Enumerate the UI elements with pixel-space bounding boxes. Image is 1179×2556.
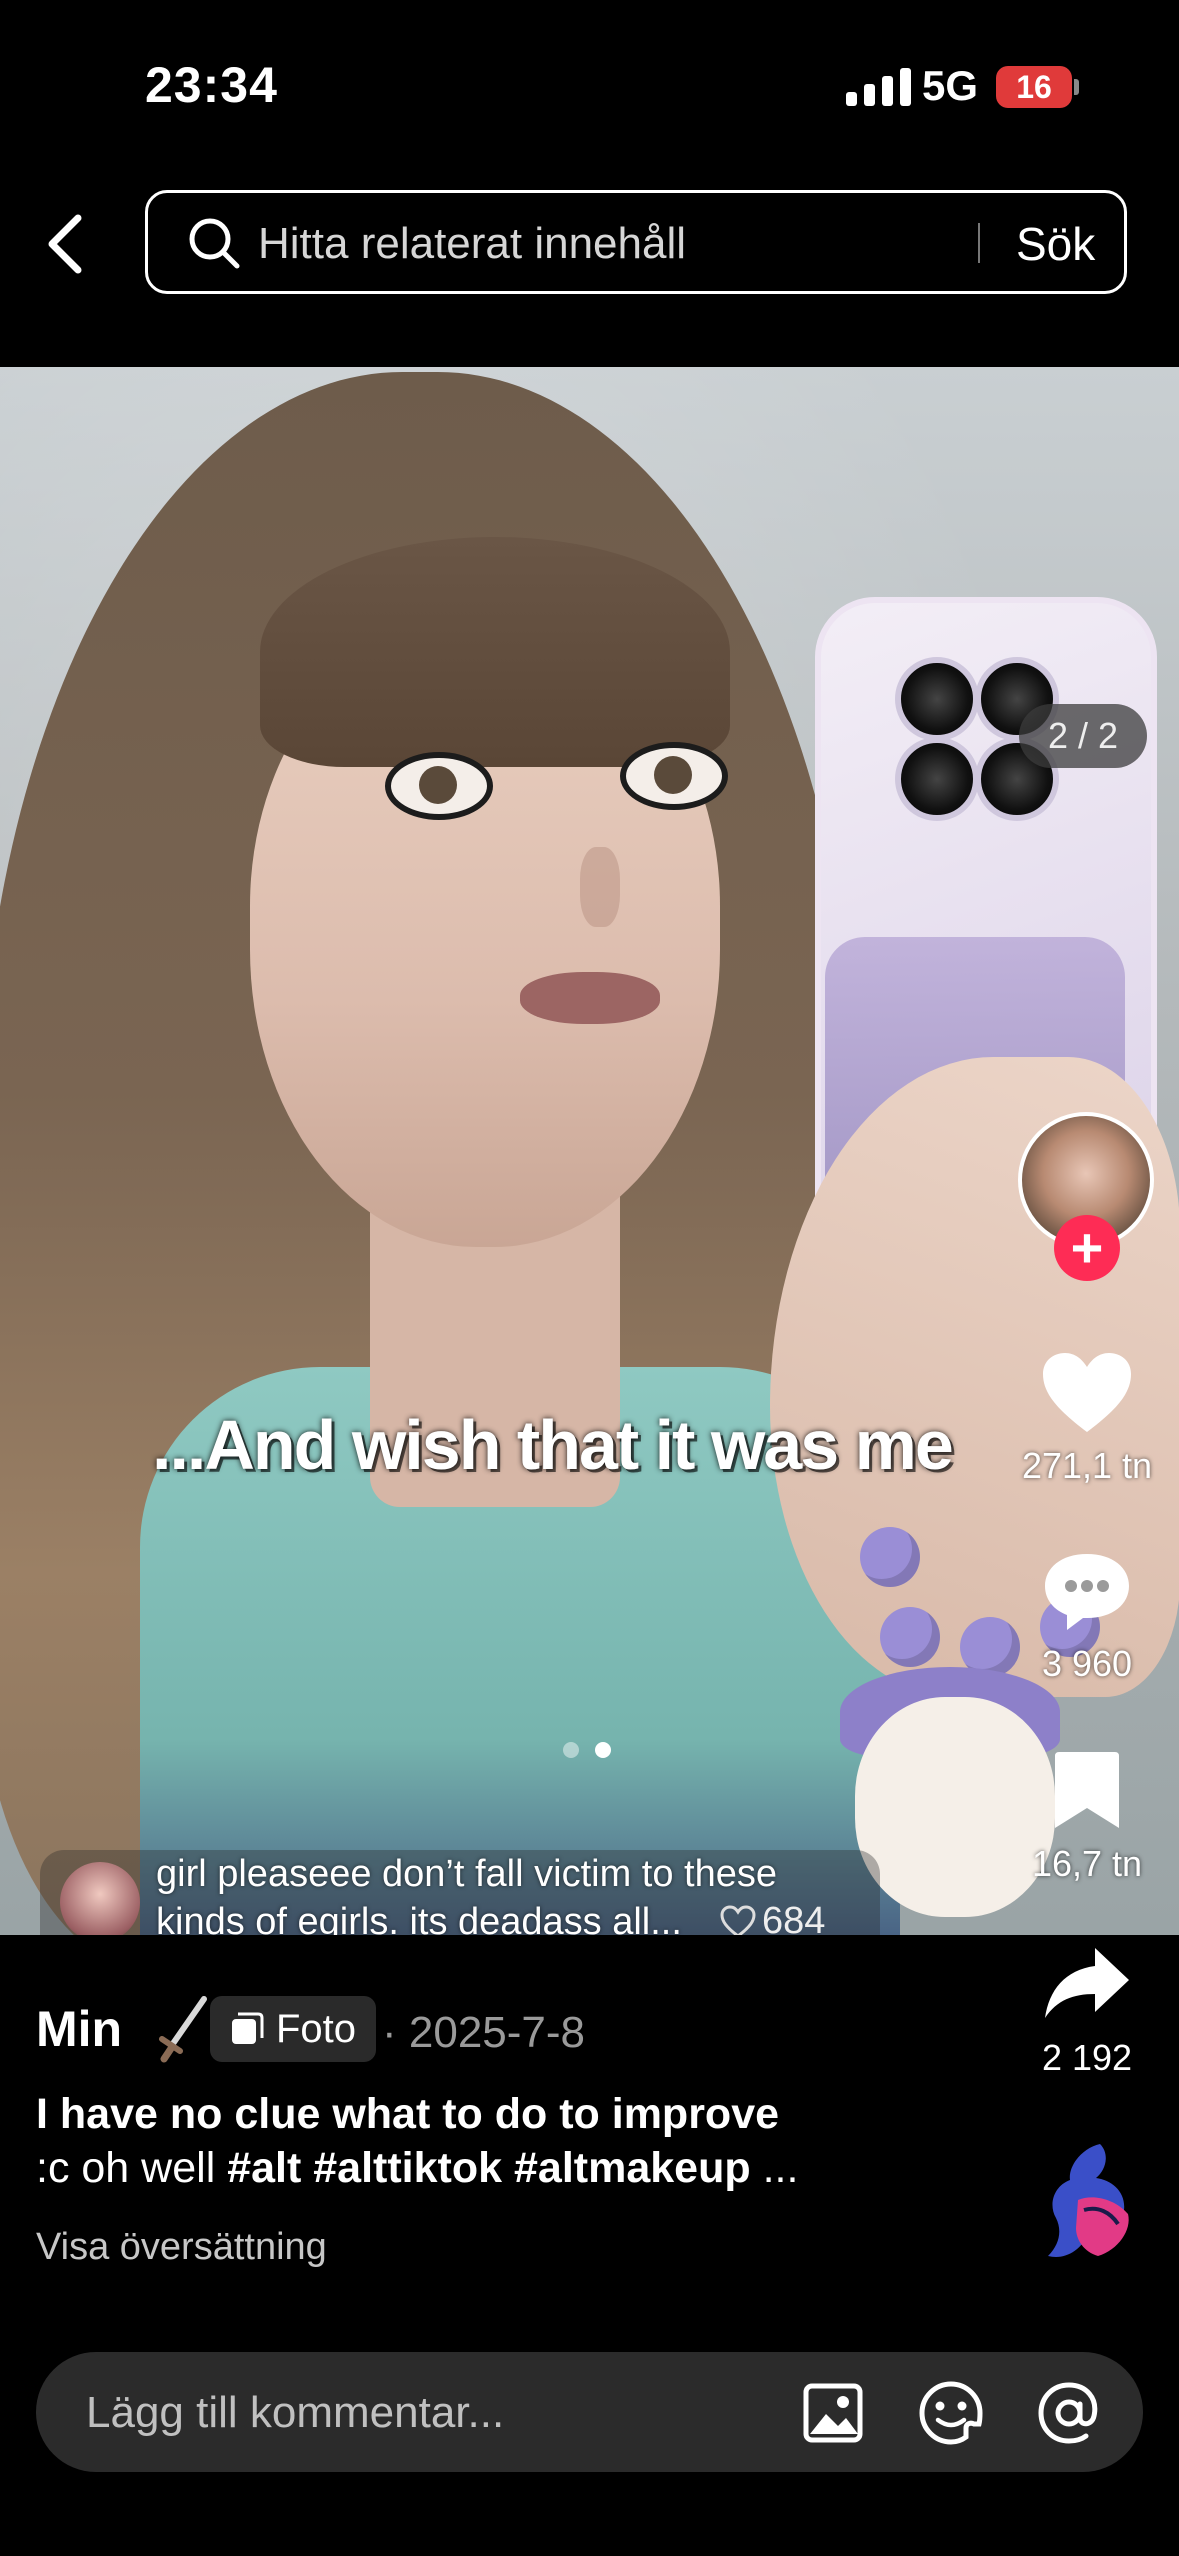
- battery-nub: [1074, 79, 1079, 95]
- follow-plus-icon[interactable]: +: [1054, 1215, 1120, 1281]
- emoji-icon[interactable]: [916, 2378, 986, 2448]
- photo-bangs: [260, 537, 730, 767]
- comment-input[interactable]: Lägg till kommentar...: [86, 2388, 504, 2438]
- post-date: · 2025-7-8: [382, 2008, 586, 2057]
- share-count: 2 192: [1041, 2037, 1133, 2078]
- status-time: 23:34: [145, 57, 278, 113]
- search-input[interactable]: Hitta relaterat innehåll: [258, 219, 686, 269]
- bookmark-icon: [1055, 1752, 1119, 1828]
- photo-lips: [520, 972, 660, 1024]
- back-icon[interactable]: [38, 210, 94, 278]
- hashtag[interactable]: #altmakeup: [514, 2144, 751, 2192]
- search-divider: [978, 223, 980, 263]
- hashtag[interactable]: #alttiktok: [313, 2144, 502, 2192]
- share-button[interactable]: 2 192: [1002, 1942, 1172, 2079]
- post-description-title[interactable]: I have no clue what to do to improve: [36, 2090, 779, 2139]
- search-button[interactable]: Sök: [1016, 217, 1095, 271]
- author-name[interactable]: Min: [36, 2000, 122, 2058]
- sound-icon[interactable]: [1040, 2140, 1144, 2264]
- search-bar[interactable]: Hitta relaterat innehåll Sök: [145, 190, 1127, 294]
- photo-camera-lens: [895, 657, 979, 741]
- mention-icon[interactable]: [1034, 2378, 1104, 2448]
- like-button[interactable]: 271,1 tn: [1002, 1350, 1172, 1487]
- comment-count: 3 960: [1041, 1643, 1133, 1684]
- featured-comment-like-count: 684: [762, 1900, 826, 1935]
- share-arrow-icon: [1045, 1948, 1129, 2018]
- post-type-label: Foto: [276, 2006, 357, 2051]
- photo-caption-text: ...And wish that it was me: [152, 1406, 954, 1484]
- post-description-text: :c oh well: [36, 2144, 216, 2192]
- carousel-dot: [563, 1742, 579, 1758]
- photo-charm-bead: [860, 1527, 920, 1587]
- commenter-avatar[interactable]: [60, 1862, 140, 1935]
- save-button[interactable]: 16,7 tn: [1002, 1748, 1172, 1885]
- show-translation-link[interactable]: Visa översättning: [36, 2226, 327, 2269]
- post-description-body[interactable]: :c oh well #alt #alttiktok #altmakeup ..…: [36, 2144, 798, 2193]
- post-photo[interactable]: 2 / 2 ...And wish that it was me girl pl…: [0, 367, 1179, 1935]
- search-icon: [186, 215, 242, 276]
- photo-eye-right: [620, 742, 728, 810]
- featured-comment-likes[interactable]: 684: [720, 1900, 825, 1935]
- photo-counter: 2 / 2: [1019, 704, 1147, 768]
- save-count: 16,7 tn: [1031, 1843, 1143, 1884]
- photo-stack-icon: [232, 2012, 264, 2044]
- photo-nose: [580, 847, 620, 927]
- comment-bubble-icon: [1045, 1554, 1129, 1630]
- dagger-icon: [158, 1995, 208, 2070]
- carousel-dots: [563, 1742, 611, 1758]
- signal-icon: [846, 68, 911, 106]
- post-type-badge: Foto: [210, 1996, 377, 2062]
- photo-charm-bead: [880, 1607, 940, 1667]
- hashtag[interactable]: #alt: [227, 2144, 301, 2192]
- featured-comment[interactable]: girl pleaseee don’t fall victim to these…: [40, 1850, 880, 1935]
- carousel-dot-active: [595, 1742, 611, 1758]
- heart-icon: [1043, 1353, 1131, 1432]
- photo-eye-left: [385, 752, 493, 820]
- image-icon[interactable]: [798, 2378, 868, 2448]
- like-count: 271,1 tn: [1021, 1445, 1153, 1486]
- photo-camera-lens: [895, 737, 979, 821]
- description-ellipsis[interactable]: ...: [763, 2144, 799, 2192]
- network-type: 5G: [922, 62, 979, 109]
- heart-outline-icon: [720, 1904, 756, 1935]
- comment-input-bar[interactable]: Lägg till kommentar...: [36, 2352, 1143, 2472]
- battery-icon: 16: [996, 66, 1072, 108]
- comment-button[interactable]: 3 960: [1002, 1548, 1172, 1685]
